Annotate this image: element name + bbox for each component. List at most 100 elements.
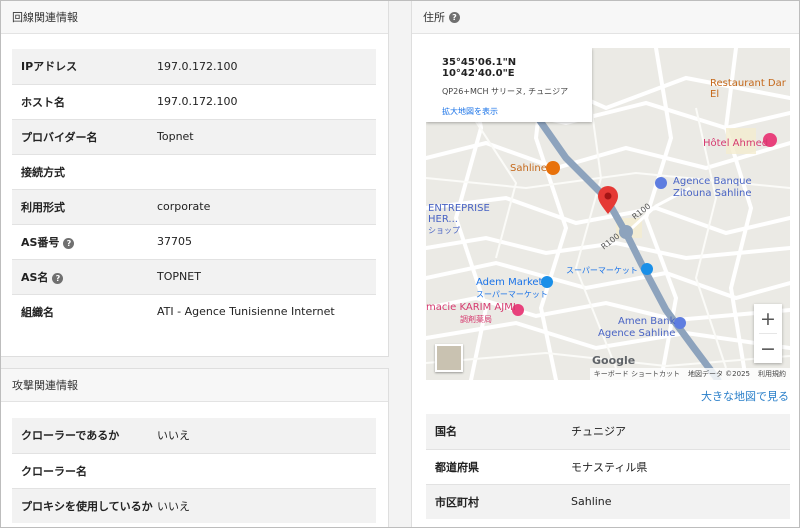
row-value: corporate	[157, 188, 376, 224]
map-label-entreprise-line2[interactable]: HER...	[428, 214, 458, 225]
row-value: チュニジア	[571, 414, 790, 449]
help-icon[interactable]: ?	[52, 272, 64, 284]
row-label-cell: クローラー名	[12, 452, 157, 488]
table-row: プロバイダー名 Topnet	[12, 118, 376, 154]
row-value: 37705	[157, 223, 376, 259]
map-coordinates: 35°45'06.1"N 10°42'40.0"E	[442, 57, 517, 79]
google-logo: Google	[592, 354, 636, 367]
network-info-table: IPアドレス 197.0.172.100 ホスト名 197.0.172.100 プロバイ…	[12, 49, 376, 329]
help-icon[interactable]: ?	[63, 237, 75, 249]
row-label-cell: 国名	[426, 414, 571, 449]
row-value	[157, 452, 376, 488]
attack-info-panel: 攻撃関連情報 クローラーであるか いいえ クローラー名 プロキシを使用しているか いいえ	[0, 368, 389, 528]
table-row: AS名? TOPNET	[12, 258, 376, 294]
row-value: TOPNET	[157, 258, 376, 294]
table-row: クローラー名	[12, 452, 376, 488]
map-label-bank1-line2[interactable]: Zitouna Sahline	[673, 188, 752, 199]
map-plus-code: QP26+MCH サリーヌ, チュニジア	[442, 87, 569, 96]
table-row: 都道府県 モナスティル県	[426, 448, 790, 484]
table-row: 市区町村 Sahline	[426, 483, 790, 519]
row-value: Topnet	[157, 118, 376, 154]
satellite-toggle[interactable]	[435, 344, 463, 372]
table-row: クローラーであるか いいえ	[12, 418, 376, 453]
map-label-adem[interactable]: Adem Market	[476, 277, 542, 288]
map-label-amen1[interactable]: Amen Bank	[618, 316, 675, 327]
terms-link[interactable]: 利用規約	[758, 369, 786, 379]
attack-info-table: クローラーであるか いいえ クローラー名 プロキシを使用しているか いいえ	[12, 418, 376, 523]
row-label: クローラーであるか	[21, 429, 120, 443]
table-row: 組織名 ATI - Agence Tunisienne Internet	[12, 293, 376, 329]
network-info-panel: 回線関連情報 IPアドレス 197.0.172.100 ホスト名 197.0.172.…	[0, 0, 389, 357]
table-row: 国名 チュニジア	[426, 414, 790, 449]
address-table: 国名 チュニジア都道府県 モナスティル県市区町村 Sahline	[426, 414, 790, 519]
row-label-cell: 都道府県	[426, 448, 571, 484]
row-value: Sahline	[571, 483, 790, 519]
table-row: ホスト名 197.0.172.100	[12, 83, 376, 119]
row-label: 接続方式	[21, 165, 65, 179]
big-map-link[interactable]: 大きな地図で見る	[701, 388, 789, 404]
row-label-cell: 利用形式	[12, 188, 157, 224]
map-label-amen2[interactable]: Agence Sahline	[598, 328, 675, 339]
zoom-control: + −	[754, 304, 782, 363]
row-label-cell: クローラーであるか	[12, 418, 157, 453]
map-info-card: 35°45'06.1"N 10°42'40.0"E QP26+MCH サリーヌ,…	[426, 48, 592, 122]
row-label-cell: AS番号?	[12, 223, 157, 259]
map-label-restaurant[interactable]: Restaurant Dar El	[710, 78, 790, 100]
map-label-pharmacy-jp: 調剤薬局	[460, 315, 492, 324]
row-value: モナスティル県	[571, 448, 790, 484]
network-info-title: 回線関連情報	[12, 11, 78, 24]
map-attribution: キーボード ショートカット 地図データ ©2025 利用規約	[589, 368, 790, 380]
table-row: IPアドレス 197.0.172.100	[12, 49, 376, 84]
row-label: AS名	[21, 270, 49, 284]
map-label-shop: ショップ	[428, 226, 460, 235]
zoom-in-button[interactable]: +	[754, 304, 782, 333]
attack-info-title: 攻撃関連情報	[12, 379, 78, 392]
row-label: プロキシを使用しているか	[21, 499, 153, 513]
row-label-cell: IPアドレス	[12, 49, 157, 84]
row-label: 市区町村	[435, 495, 479, 509]
location-map[interactable]: 巻地 Restaurant Dar El Hôtel Ahmed Sahline…	[426, 48, 790, 380]
row-label: ホスト名	[21, 95, 65, 109]
row-label-cell: プロバイダー名	[12, 118, 157, 154]
attack-info-header: 攻撃関連情報	[1, 369, 388, 402]
row-label-cell: 組織名	[12, 293, 157, 329]
row-label: 組織名	[21, 305, 54, 319]
row-value: ATI - Agence Tunisienne Internet	[157, 293, 376, 329]
view-larger-map-link[interactable]: 拡大地図を表示	[442, 106, 592, 117]
row-label-cell: 接続方式	[12, 153, 157, 189]
map-label-pharmacy[interactable]: macie KARIM AJMI	[426, 302, 516, 313]
row-label: プロバイダー名	[21, 130, 98, 144]
row-label: 国名	[435, 425, 457, 439]
table-row: 利用形式 corporate	[12, 188, 376, 224]
address-title: 住所	[423, 11, 445, 24]
row-label-cell: プロキシを使用しているか	[12, 487, 157, 523]
row-label: クローラー名	[21, 464, 87, 478]
row-value	[157, 153, 376, 189]
map-label-sahline[interactable]: Sahline	[510, 163, 547, 174]
zoom-out-button[interactable]: −	[754, 334, 782, 363]
map-label-bank1-line1[interactable]: Agence Banque	[673, 176, 752, 187]
map-label-adem-jp: スーパーマーケット	[476, 290, 548, 299]
map-label-entreprise-line1[interactable]: ENTREPRISE	[428, 203, 490, 214]
row-label-cell: AS名?	[12, 258, 157, 294]
map-label-hotel[interactable]: Hôtel Ahmed	[703, 138, 768, 149]
table-row: 接続方式	[12, 153, 376, 189]
row-value: いいえ	[157, 487, 376, 523]
network-info-header: 回線関連情報	[1, 1, 388, 34]
row-value: いいえ	[157, 418, 376, 453]
row-label-cell: 市区町村	[426, 483, 571, 519]
help-icon[interactable]: ?	[449, 11, 460, 23]
row-value: 197.0.172.100	[157, 83, 376, 119]
address-header: 住所 ?	[412, 1, 799, 34]
map-label-supermarket[interactable]: スーパーマーケット	[566, 265, 638, 276]
table-row: AS番号? 37705	[12, 223, 376, 259]
row-label: AS番号	[21, 235, 60, 249]
keyboard-shortcuts-link[interactable]: キーボード ショートカット	[594, 369, 680, 379]
map-data-text: 地図データ ©2025	[687, 370, 750, 378]
row-label: 利用形式	[21, 200, 65, 214]
row-label-cell: ホスト名	[12, 83, 157, 119]
row-label: 都道府県	[435, 460, 479, 474]
table-row: プロキシを使用しているか いいえ	[12, 487, 376, 523]
row-label: IPアドレス	[21, 60, 78, 74]
row-value: 197.0.172.100	[157, 49, 376, 84]
